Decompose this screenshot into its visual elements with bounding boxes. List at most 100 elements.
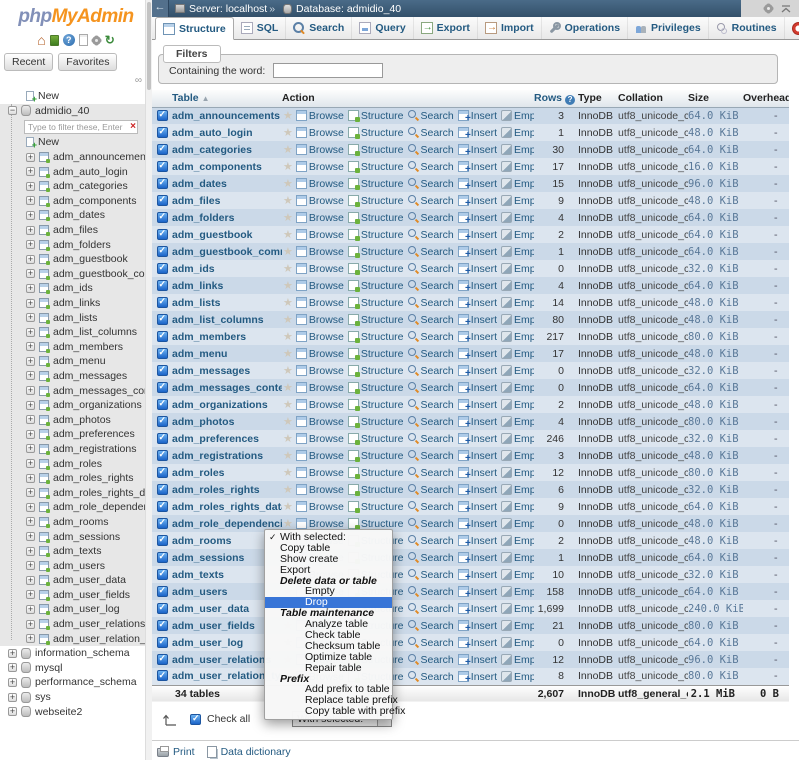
empty-link[interactable]: Empty [501,450,534,462]
expand-icon[interactable]: + [26,547,35,556]
search-link[interactable]: Search [408,144,454,156]
sidebar-item-adm_roles[interactable]: + adm_roles [0,456,152,471]
row-checkbox[interactable] [157,280,168,291]
empty-link[interactable]: Empty [501,535,534,547]
sidebar-item-adm_users[interactable]: + adm_users [0,558,152,573]
empty-link[interactable]: Empty [501,433,534,445]
row-checkbox[interactable] [157,195,168,206]
scrollbar-thumb[interactable] [147,2,151,90]
sidebar-item-adm_members[interactable]: + adm_members [0,340,152,355]
favorite-star-icon[interactable]: ★ [283,127,293,139]
sidebar-item-performance_schema[interactable]: + performance_schema [0,675,152,690]
browse-link[interactable]: Browse [296,127,344,139]
expand-icon[interactable]: + [26,386,35,395]
expand-icon[interactable]: + [26,196,35,205]
favorite-star-icon[interactable]: ★ [283,450,293,462]
insert-link[interactable]: Insert [458,654,497,666]
browse-link[interactable]: Browse [296,110,344,122]
insert-link[interactable]: Insert [458,484,497,496]
empty-link[interactable]: Empty [501,263,534,275]
expand-icon[interactable]: + [26,182,35,191]
empty-link[interactable]: Empty [501,331,534,343]
empty-link[interactable]: Empty [501,246,534,258]
structure-link[interactable]: Structure [348,246,404,258]
search-link[interactable]: Search [408,620,454,632]
empty-link[interactable]: Empty [501,637,534,649]
insert-link[interactable]: Insert [458,603,497,615]
favorite-star-icon[interactable]: ★ [283,501,293,513]
empty-link[interactable]: Empty [501,467,534,479]
table-name-link[interactable]: adm_texts [172,569,224,581]
favorite-star-icon[interactable]: ★ [283,331,293,343]
favorite-star-icon[interactable]: ★ [283,382,293,394]
tree-item-new-table[interactable]: New [0,135,152,150]
refresh-icon[interactable]: ↻ [105,34,115,46]
search-link[interactable]: Search [408,365,454,377]
empty-link[interactable]: Empty [501,518,534,530]
row-checkbox[interactable] [157,263,168,274]
table-name-link[interactable]: adm_auto_login [172,127,253,139]
row-checkbox[interactable] [157,314,168,325]
insert-link[interactable]: Insert [458,144,497,156]
search-link[interactable]: Search [408,569,454,581]
sidebar-item-adm_menu[interactable]: + adm_menu [0,354,152,369]
favorite-star-icon[interactable]: ★ [283,263,293,275]
browse-link[interactable]: Browse [296,348,344,360]
expand-icon[interactable]: + [26,153,35,162]
row-checkbox[interactable] [157,127,168,138]
expand-icon[interactable]: + [26,313,35,322]
search-link[interactable]: Search [408,348,454,360]
table-name-link[interactable]: adm_user_relations [172,654,271,666]
tab-privileges[interactable]: ▾ Privileges [628,17,709,39]
favorite-star-icon[interactable]: ★ [283,365,293,377]
search-link[interactable]: Search [408,552,454,564]
browse-link[interactable]: Browse [296,331,344,343]
empty-link[interactable]: Empty [501,399,534,411]
expand-icon[interactable]: + [26,590,35,599]
table-name-link[interactable]: adm_user_data [172,603,249,615]
empty-link[interactable]: Empty [501,365,534,377]
table-name-link[interactable]: adm_files [172,195,220,207]
favorite-star-icon[interactable]: ★ [283,178,293,190]
table-name-link[interactable]: adm_guestbook [172,229,253,241]
row-checkbox[interactable] [157,382,168,393]
search-link[interactable]: Search [408,263,454,275]
logout-icon[interactable] [50,35,59,46]
sidebar-item-adm_user_relation_types[interactable]: + adm_user_relation_types [0,631,152,646]
expand-icon[interactable]: + [26,503,35,512]
table-name-link[interactable]: adm_roles_rights_data [172,501,282,513]
table-name-link[interactable]: adm_links [172,280,223,292]
insert-link[interactable]: Insert [458,450,497,462]
insert-link[interactable]: Insert [458,535,497,547]
favorite-star-icon[interactable]: ★ [283,297,293,309]
search-link[interactable]: Search [408,212,454,224]
search-link[interactable]: Search [408,297,454,309]
search-link[interactable]: Search [408,246,454,258]
search-link[interactable]: Search [408,110,454,122]
structure-link[interactable]: Structure [348,399,404,411]
structure-link[interactable]: Structure [348,433,404,445]
table-name-link[interactable]: adm_components [172,161,262,173]
favorite-star-icon[interactable]: ★ [283,348,293,360]
favorite-star-icon[interactable]: ★ [283,399,293,411]
empty-link[interactable]: Empty [501,620,534,632]
favorite-star-icon[interactable]: ★ [283,110,293,122]
menu-item-empty[interactable]: ✓ Empty [265,586,392,597]
empty-link[interactable]: Empty [501,382,534,394]
expand-icon[interactable]: + [26,269,35,278]
sidebar-item-adm_guestbook[interactable]: + adm_guestbook [0,252,152,267]
structure-link[interactable]: Structure [348,280,404,292]
structure-link[interactable]: Structure [348,348,404,360]
expand-icon[interactable]: + [26,532,35,541]
empty-link[interactable]: Empty [501,501,534,513]
search-link[interactable]: Search [408,484,454,496]
browse-link[interactable]: Browse [296,467,344,479]
collapse-icon[interactable]: − [8,106,17,115]
insert-link[interactable]: Insert [458,110,497,122]
structure-link[interactable]: Structure [348,314,404,326]
page-settings-gear-icon[interactable] [764,4,773,13]
row-checkbox[interactable] [157,399,168,410]
expand-icon[interactable]: + [26,444,35,453]
home-icon[interactable]: ⌂ [37,34,45,46]
insert-link[interactable]: Insert [458,586,497,598]
